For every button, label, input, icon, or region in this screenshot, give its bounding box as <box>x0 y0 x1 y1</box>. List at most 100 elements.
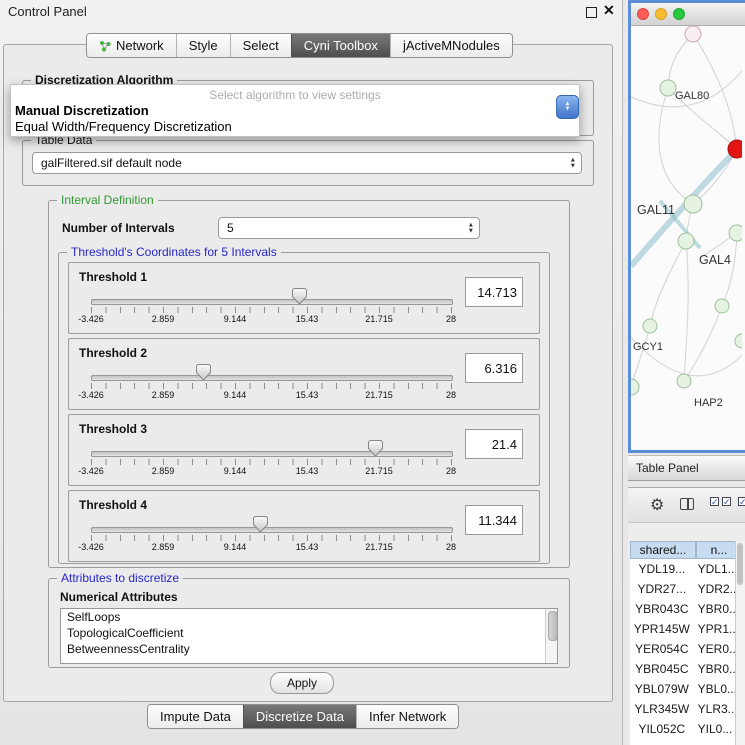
dropdown-option-manual[interactable]: Manual Discretization <box>11 102 579 118</box>
node-label-gal4: GAL4 <box>699 253 731 267</box>
window-title: Control Panel <box>8 4 87 19</box>
slider-thumb[interactable] <box>196 364 211 381</box>
table-row[interactable]: YLR345W YLR3... <box>630 699 742 719</box>
slider-ticks <box>91 459 452 465</box>
zoom-traffic-light[interactable] <box>673 8 685 20</box>
table-panel-window: ⚙ ✓ ✓ ✓ shared... n... YDL19... YDL1... … <box>628 487 745 745</box>
table-row[interactable]: YBR045C YBR0... <box>630 659 742 679</box>
combo-value: galFiltered.sif default node <box>41 156 182 170</box>
scrollbar-thumb[interactable] <box>548 611 558 641</box>
tick-label: 9.144 <box>224 314 247 324</box>
cell-shared-name: YDL19... <box>630 562 694 576</box>
cell-shared-name: YLR345W <box>630 702 694 716</box>
table-row[interactable]: YDR27... YDR2... <box>630 579 742 599</box>
table-row[interactable]: YBL079W YBL0... <box>630 679 742 699</box>
slider-tick-labels: -3.426 2.859 9.144 15.43 21.715 28 <box>91 542 451 553</box>
tick-label: 28 <box>446 542 456 552</box>
cell-shared-name: YIL052C <box>630 722 694 736</box>
close-traffic-light[interactable] <box>637 8 649 20</box>
algorithm-combo-stepper[interactable]: ▲ ▼ <box>556 95 579 119</box>
stepper-down-icon: ▼ <box>565 107 571 113</box>
list-item[interactable]: SelfLoops <box>61 609 557 625</box>
slider-thumb[interactable] <box>292 288 307 305</box>
list-item[interactable]: BetweennessCentrality <box>61 641 557 657</box>
cell-shared-name: YBL079W <box>630 682 694 696</box>
network-icon <box>99 40 111 52</box>
tick-label: -3.426 <box>78 390 104 400</box>
table-panel-header[interactable]: Table Panel <box>628 455 745 481</box>
tick-label: 2.859 <box>152 314 175 324</box>
screen: Control Panel ✕ Network Style Select <box>0 0 745 745</box>
apply-button[interactable]: Apply <box>270 672 334 694</box>
tab-select[interactable]: Select <box>230 34 291 57</box>
cell-shared-name: YBR043C <box>630 602 694 616</box>
threshold-4-value[interactable]: 11.344 <box>465 505 523 535</box>
number-of-intervals-combo[interactable]: 5 ▲▼ <box>218 217 480 239</box>
slider-tick-labels: -3.426 2.859 9.144 15.43 21.715 28 <box>91 390 451 401</box>
group-title: Interval Definition <box>57 193 158 207</box>
threshold-4-panel: Threshold 4 -3.426 2.859 9.144 15.43 21.… <box>68 490 540 562</box>
slider-tick-labels: -3.426 2.859 9.144 15.43 21.715 28 <box>91 466 451 477</box>
threshold-3-value[interactable]: 21.4 <box>465 429 523 459</box>
group-title: Threshold's Coordinates for 5 Intervals <box>67 245 281 259</box>
filter-checkbox-icon[interactable]: ✓ <box>738 497 745 506</box>
select-all-checkbox-icon[interactable]: ✓ <box>710 497 719 506</box>
tab-discretize-data[interactable]: Discretize Data <box>243 705 356 728</box>
slider-thumb[interactable] <box>368 440 383 457</box>
list-item[interactable]: TopologicalCoefficient <box>61 625 557 641</box>
tab-jactivemodules[interactable]: jActiveMNodules <box>390 34 512 57</box>
column-header-shared-name[interactable]: shared... <box>630 541 696 559</box>
minimize-traffic-light[interactable] <box>655 8 667 20</box>
network-canvas[interactable]: GAL80 GAL11 GAL4 GCY1 HAP2 <box>631 26 742 451</box>
columns-icon[interactable] <box>680 498 694 510</box>
scrollbar-thumb[interactable] <box>737 543 743 585</box>
slider-ticks <box>91 383 452 389</box>
slider-ticks <box>91 307 452 313</box>
table-row[interactable]: YIL052C YIL0... <box>630 719 742 739</box>
list-scrollbar[interactable] <box>545 609 557 663</box>
dropdown-placeholder: Select algorithm to view settings <box>11 85 579 102</box>
slider-ticks <box>91 535 452 541</box>
network-graph: GAL80 GAL11 GAL4 GCY1 HAP2 <box>631 26 742 451</box>
close-icon[interactable]: ✕ <box>603 2 615 19</box>
tick-label: 2.859 <box>152 542 175 552</box>
cell-shared-name: YDR27... <box>630 582 694 596</box>
table-header-row: shared... n... <box>630 541 742 559</box>
table-row[interactable]: YPR145W YPR1... <box>630 619 742 639</box>
table-scrollbar[interactable] <box>735 541 745 745</box>
threshold-3-panel: Threshold 3 -3.426 2.859 9.144 15.43 21.… <box>68 414 540 486</box>
tick-label: 2.859 <box>152 390 175 400</box>
dropdown-option-equal-width[interactable]: Equal Width/Frequency Discretization <box>11 118 579 134</box>
table-toolbar: ⚙ ✓ ✓ ✓ <box>628 488 745 523</box>
gear-icon[interactable]: ⚙ <box>650 495 664 515</box>
table-row[interactable]: YDL19... YDL1... <box>630 559 742 579</box>
cell-shared-name: YBR045C <box>630 662 694 676</box>
selected-red-node <box>728 140 742 158</box>
select-none-checkbox-icon[interactable]: ✓ <box>722 497 731 506</box>
tab-infer-network[interactable]: Infer Network <box>356 705 458 728</box>
tab-network[interactable]: Network <box>87 34 176 57</box>
tick-label: -3.426 <box>78 466 104 476</box>
tab-impute-data[interactable]: Impute Data <box>148 705 243 728</box>
minimize-icon[interactable] <box>586 7 597 18</box>
control-panel-window: Control Panel ✕ Network Style Select <box>0 0 623 745</box>
combo-arrows-icon: ▲▼ <box>570 158 576 169</box>
slider-tick-labels: -3.426 2.859 9.144 15.43 21.715 28 <box>91 314 451 325</box>
combo-arrows-icon: ▲▼ <box>468 223 474 234</box>
threshold-2-value[interactable]: 6.316 <box>465 353 523 383</box>
tab-cyni-toolbox[interactable]: Cyni Toolbox <box>291 34 390 57</box>
node-label-gcy1: GCY1 <box>633 341 663 353</box>
table-row[interactable]: YBR043C YBR0... <box>630 599 742 619</box>
tab-style[interactable]: Style <box>176 34 230 57</box>
numerical-attributes-list[interactable]: SelfLoops TopologicalCoefficient Between… <box>60 608 558 664</box>
table-row[interactable]: YER054C YER0... <box>630 639 742 659</box>
tick-label: 28 <box>446 390 456 400</box>
tab-label: Infer Network <box>369 709 446 724</box>
slider-thumb[interactable] <box>253 516 268 533</box>
table-data-combo[interactable]: galFiltered.sif default node ▲▼ <box>32 152 582 174</box>
threshold-1-value[interactable]: 14.713 <box>465 277 523 307</box>
threshold-label: Threshold 3 <box>79 422 147 436</box>
table-body: YDL19... YDL1... YDR27... YDR2... YBR043… <box>630 559 742 745</box>
tab-label: jActiveMNodules <box>403 38 500 53</box>
network-window-titlebar[interactable] <box>631 3 745 26</box>
